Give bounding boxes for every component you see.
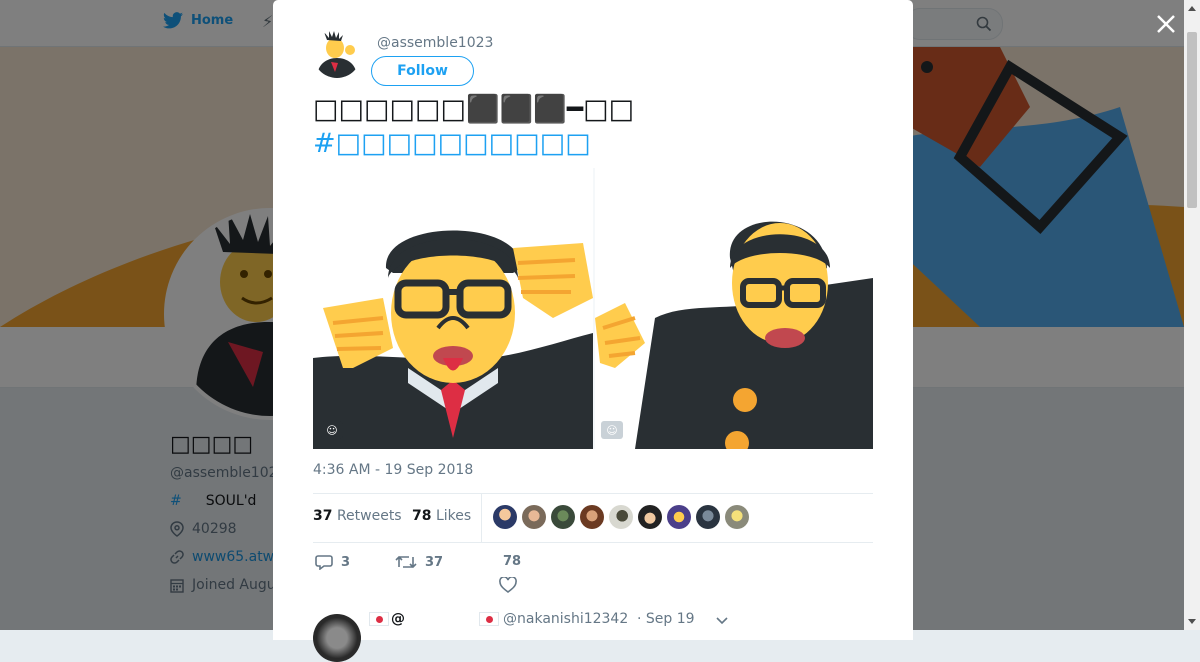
tweet-image-2[interactable]: ☺ [595,168,873,449]
liker-avatar[interactable] [725,505,749,529]
reply-action[interactable]: 3 [315,554,350,570]
tweet-permalink-modal: @assemble1023 Follow □□□□□□⬛⬛⬛━□□ #□□□□□… [273,0,913,662]
reply-icon [315,555,333,570]
tweet-stats: 37 Retweets 78 Likes [313,493,873,543]
jp-flag-icon [369,612,389,626]
liker-avatar[interactable] [551,505,575,529]
tweet-text: □□□□□□⬛⬛⬛━□□ #□□□□□□□□□□ [313,93,883,161]
retweets-label: Retweets [336,508,402,524]
emoji-thumbs-down-illustration [313,168,593,449]
page-scrollbar[interactable] [1184,0,1200,630]
stats-divider [481,494,482,542]
liker-avatar[interactable] [638,505,662,529]
scroll-thumb[interactable] [1187,32,1197,208]
scroll-down-arrow[interactable] [1188,619,1196,624]
emoji-character-avatar-small [317,31,357,78]
liker-avatar[interactable] [609,505,633,529]
retweet-action[interactable]: 37 [395,554,443,570]
gif-badge-icon: ☺ [321,421,343,439]
like-action[interactable] [499,577,517,593]
reply-tweet-row: @ @nakanishi12342 · Sep 19 [313,608,873,662]
retweet-icon [395,555,417,569]
retweets-stat[interactable]: 37 Retweets [313,508,402,524]
reply-author-avatar[interactable] [313,614,361,662]
liker-avatar[interactable] [667,505,691,529]
tweet-hashtag-link[interactable]: #□□□□□□□□□□ [313,127,883,161]
reply-date[interactable]: · Sep 19 [637,611,695,627]
like-count: 78 [503,554,522,569]
tweet-body: □□□□□□⬛⬛⬛━□□ [313,94,635,125]
reply-author-handle[interactable]: @nakanishi12342 [503,611,628,627]
liker-avatar[interactable] [696,505,720,529]
heart-icon [499,577,517,593]
scroll-up-arrow[interactable] [1188,6,1196,11]
likes-label: Likes [435,508,472,524]
close-modal-button[interactable] [1152,10,1180,38]
retweet-count: 37 [425,554,444,570]
tweet-actions: 3 37 78 [313,552,873,602]
likes-stat[interactable]: 78 Likes [412,508,471,524]
gif-badge-icon: ☺ [601,421,623,439]
reply-count: 3 [341,554,351,570]
retweets-count: 37 [313,508,333,524]
like-count-label: 78 [503,554,521,569]
jp-flag-icon [479,612,499,626]
liker-avatar[interactable] [580,505,604,529]
likes-count: 78 [412,508,432,524]
tweet-author-avatar[interactable] [313,30,361,78]
follow-button[interactable]: Follow [371,56,474,86]
tweet-author-handle[interactable]: @assemble1023 [377,35,493,51]
close-icon [1157,15,1175,33]
tweet-image-1[interactable]: ☺ [313,168,593,449]
chevron-down-icon[interactable] [715,616,729,626]
reply-author-prefix[interactable]: @ [391,611,405,627]
liker-avatar[interactable] [493,505,517,529]
tweet-media: ☺ ☺ [313,168,873,449]
liker-avatar[interactable] [522,505,546,529]
tweet-timestamp[interactable]: 4:36 AM - 19 Sep 2018 [313,462,473,478]
likers-avatars [493,505,749,529]
emoji-gakuran-illustration [595,168,873,449]
